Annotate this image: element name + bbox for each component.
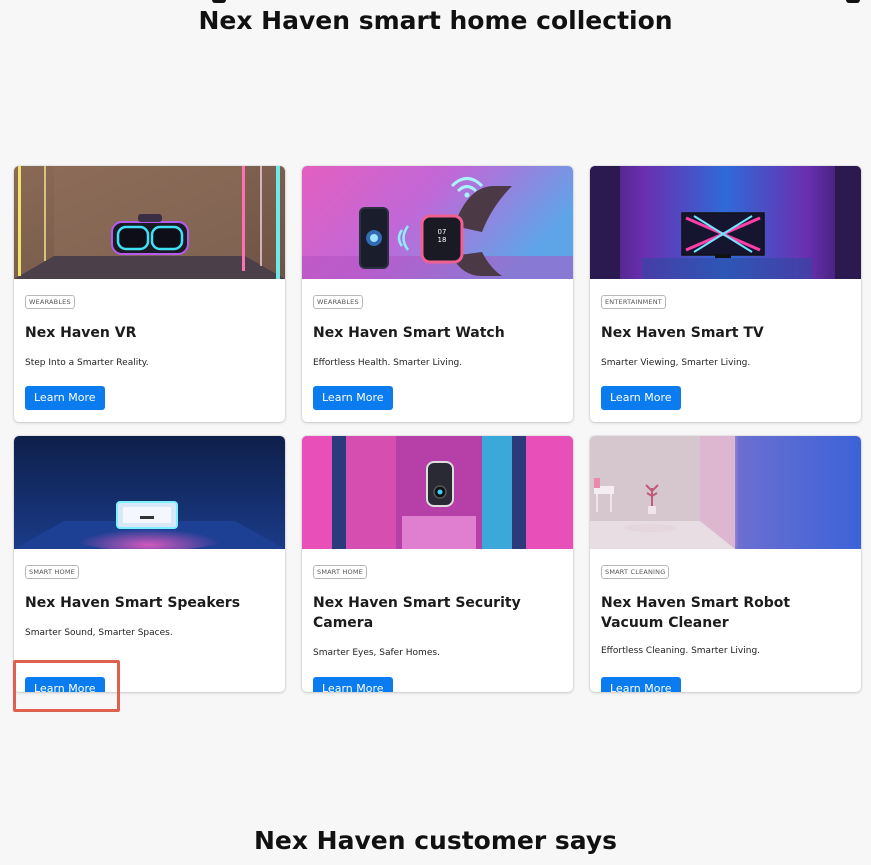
learn-more-button[interactable]: Learn More <box>601 677 681 692</box>
smart-speaker-image <box>14 436 285 549</box>
category-badge: SMART HOME <box>313 565 367 579</box>
product-card-smart-watch: 07 18 WEARABLES Nex Haven Smart Watch Ef… <box>302 166 573 422</box>
smart-watch-image: 07 18 <box>302 166 573 279</box>
robot-vacuum-image <box>590 436 861 549</box>
product-description: Smarter Sound, Smarter Spaces. <box>25 628 173 638</box>
product-card-smart-speakers: SMART HOME Nex Haven Smart Speakers Smar… <box>14 436 285 692</box>
product-card-smart-tv: ENTERTAINMENT Nex Haven Smart TV Smarter… <box>590 166 861 422</box>
learn-more-button[interactable]: Learn More <box>25 386 105 410</box>
category-badge: SMART HOME <box>25 565 79 579</box>
category-badge: ENTERTAINMENT <box>601 295 666 309</box>
product-title: Nex Haven Smart TV <box>601 325 764 341</box>
testimonials-title: Nex Haven customer says <box>253 826 618 855</box>
product-title: Nex Haven Smart Robot Vacuum Cleaner <box>601 595 791 631</box>
svg-text:07: 07 <box>438 228 447 236</box>
product-description: Smarter Eyes, Safer Homes. <box>313 648 440 658</box>
cropped-previous-text <box>0 0 871 3</box>
product-description: Effortless Cleaning. Smarter Living. <box>601 646 761 656</box>
svg-text:18: 18 <box>438 236 447 244</box>
vr-headset-image <box>14 166 285 279</box>
product-card-security-camera: SMART HOME Nex Haven Smart Security Came… <box>302 436 573 692</box>
collection-title: Nex Haven smart home collection <box>198 6 673 35</box>
product-title: Nex Haven VR <box>25 325 137 341</box>
category-badge: WEARABLES <box>313 295 363 309</box>
product-description: Effortless Health. Smarter Living. <box>313 358 463 368</box>
category-badge: SMART CLEANING <box>601 565 670 579</box>
learn-more-button[interactable]: Learn More <box>25 677 105 692</box>
learn-more-button[interactable]: Learn More <box>313 386 393 410</box>
category-badge: WEARABLES <box>25 295 75 309</box>
product-title: Nex Haven Smart Speakers <box>25 595 241 611</box>
product-description: Step Into a Smarter Reality. <box>25 358 149 368</box>
product-grid: WEARABLES Nex Haven VR Step Into a Smart… <box>14 166 861 692</box>
product-description: Smarter Viewing, Smarter Living. <box>601 358 751 368</box>
learn-more-button[interactable]: Learn More <box>601 386 681 410</box>
learn-more-button[interactable]: Learn More <box>313 677 393 692</box>
product-card-vr: WEARABLES Nex Haven VR Step Into a Smart… <box>14 166 285 422</box>
product-card-robot-vacuum: SMART CLEANING Nex Haven Smart Robot Vac… <box>590 436 861 692</box>
security-camera-image <box>302 436 573 549</box>
smart-tv-image <box>590 166 861 279</box>
product-title: Nex Haven Smart Security Camera <box>313 595 521 631</box>
product-title: Nex Haven Smart Watch <box>313 325 505 341</box>
